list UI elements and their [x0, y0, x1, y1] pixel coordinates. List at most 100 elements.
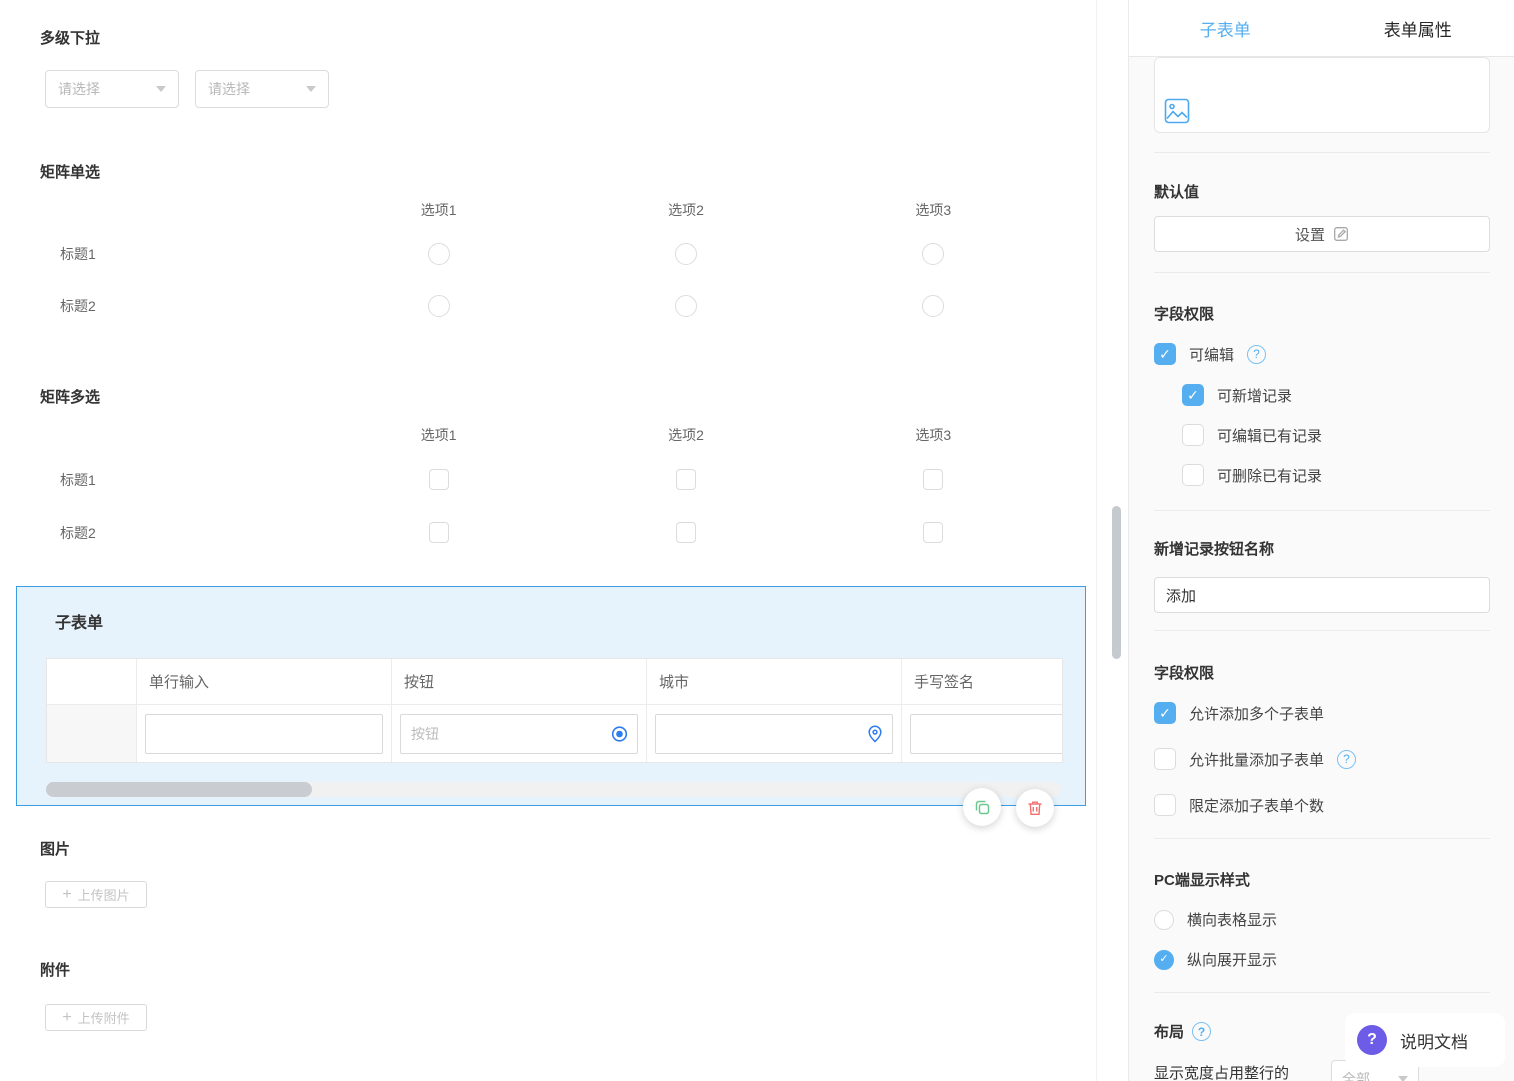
- subform-table: 单行输入 按钮 城市 手写签名: [46, 658, 1063, 763]
- matrix-checkbox[interactable]: [428, 522, 449, 543]
- help-icon[interactable]: ?: [1192, 1022, 1212, 1041]
- check-icon: ✓: [1159, 953, 1169, 965]
- radio-horizontal-table[interactable]: [1154, 909, 1174, 930]
- perm-edit-existing-row: 可编辑已有记录: [1182, 424, 1322, 446]
- subform-permissions-title: 字段权限: [1154, 665, 1215, 682]
- matrix-checkbox[interactable]: [675, 522, 696, 543]
- edit-icon: [1333, 226, 1349, 242]
- matrix-radio[interactable]: [922, 243, 945, 265]
- preview-image-box[interactable]: [1154, 57, 1490, 133]
- upload-attachment-button[interactable]: + 上传附件: [45, 1004, 147, 1031]
- checkbox-delete-existing[interactable]: [1182, 464, 1204, 486]
- checkbox-edit-existing[interactable]: [1182, 424, 1204, 446]
- perm-limit-count-row: 限定添加子表单个数: [1154, 794, 1324, 816]
- signature-field-input[interactable]: [910, 713, 1062, 754]
- attachment-field-label: 附件: [40, 962, 71, 979]
- trash-icon: [1026, 799, 1044, 817]
- subform-horizontal-scrollbar[interactable]: [46, 782, 1061, 797]
- help-icon[interactable]: ?: [1247, 344, 1267, 364]
- divider: [1154, 992, 1490, 993]
- checkbox-add-record[interactable]: ✓: [1182, 384, 1204, 406]
- field-permissions-title: 字段权限: [1154, 306, 1215, 323]
- question-circle-icon: ?: [1357, 1025, 1387, 1055]
- matrix-checkbox-grid: 选项1 选项2 选项3 标题1 标题2: [40, 417, 1057, 559]
- layout-title: 布局 ?: [1154, 1021, 1212, 1042]
- caret-down-icon: [306, 86, 316, 92]
- matrix-radio-grid: 选项1 选项2 选项3 标题1 标题2: [40, 192, 1057, 332]
- upload-image-button[interactable]: + 上传图片: [45, 881, 147, 908]
- matrix-row: 标题1: [40, 453, 1057, 506]
- row-width-label: 显示宽度占用整行的: [1154, 1065, 1290, 1081]
- city-field-input[interactable]: [655, 713, 893, 754]
- matrix-checkbox-label: 矩阵多选: [40, 389, 101, 406]
- add-button-name-title: 新增记录按钮名称: [1154, 541, 1275, 558]
- matrix-radio[interactable]: [427, 295, 450, 317]
- matrix-radio[interactable]: [674, 243, 697, 265]
- perm-allow-batch-row: 允许批量添加子表单 ?: [1154, 748, 1357, 770]
- help-doc-widget[interactable]: ? 说明文档: [1345, 1013, 1505, 1067]
- panel-tab-bar: 子表单 表单属性: [1129, 0, 1514, 57]
- matrix-row: 标题2: [40, 280, 1057, 332]
- radio-target-icon: [611, 725, 628, 742]
- matrix-column-header: 选项1: [420, 202, 457, 218]
- matrix-checkbox[interactable]: [428, 469, 449, 490]
- select-placeholder: 请选择: [208, 81, 250, 97]
- matrix-column-header: 选项2: [668, 202, 704, 218]
- divider: [1154, 510, 1490, 511]
- delete-component-button[interactable]: [1016, 789, 1054, 827]
- canvas-vertical-scrollbar[interactable]: [1112, 506, 1121, 659]
- tab-form-properties[interactable]: 表单属性: [1322, 0, 1514, 56]
- tab-subform[interactable]: 子表单: [1129, 0, 1322, 56]
- select-placeholder: 请选择: [58, 81, 100, 97]
- scrollbar-thumb[interactable]: [46, 782, 312, 797]
- subform-label: 子表单: [55, 615, 104, 632]
- radio-vertical-expand[interactable]: ✓: [1154, 949, 1174, 970]
- upload-image-label: 上传图片: [77, 888, 130, 903]
- perm-edit-existing-label: 可编辑已有记录: [1217, 427, 1323, 445]
- checkbox-editable[interactable]: ✓: [1154, 343, 1176, 365]
- row-width-select-value: 全部: [1342, 1071, 1370, 1081]
- perm-delete-existing-row: 可删除已有记录: [1182, 464, 1322, 486]
- matrix-checkbox[interactable]: [923, 522, 944, 543]
- subform-column-header: 单行输入: [137, 659, 392, 705]
- matrix-column-header: 选项3: [915, 427, 952, 443]
- matrix-column-header: 选项1: [420, 427, 457, 443]
- copy-icon: [974, 799, 991, 816]
- pc-display-title: PC端显示样式: [1154, 872, 1250, 889]
- matrix-radio[interactable]: [427, 243, 450, 265]
- set-default-label: 设置: [1294, 226, 1325, 244]
- perm-limit-count-label: 限定添加子表单个数: [1189, 797, 1325, 815]
- add-button-name-input[interactable]: [1154, 577, 1490, 613]
- button-field-input[interactable]: [400, 713, 638, 754]
- matrix-checkbox[interactable]: [923, 469, 944, 490]
- matrix-checkbox[interactable]: [675, 469, 696, 490]
- help-doc-label: 说明文档: [1400, 1032, 1468, 1052]
- checkbox-allow-multiple[interactable]: ✓: [1154, 702, 1176, 724]
- perm-editable-label: 可编辑: [1189, 346, 1235, 364]
- matrix-row-label: 标题1: [60, 471, 96, 488]
- perm-allow-multiple-label: 允许添加多个子表单: [1189, 705, 1325, 723]
- single-line-input[interactable]: [145, 713, 383, 754]
- plus-icon: +: [62, 885, 72, 903]
- matrix-row-label: 标题2: [60, 298, 96, 314]
- matrix-radio[interactable]: [674, 295, 697, 317]
- matrix-column-header: 选项3: [915, 202, 952, 218]
- perm-allow-batch-label: 允许批量添加子表单: [1189, 751, 1325, 769]
- checkbox-limit-count[interactable]: [1154, 794, 1176, 816]
- pc-vertical-row: ✓ 纵向展开显示: [1154, 949, 1277, 970]
- multi-dropdown-select-2[interactable]: 请选择: [195, 70, 329, 108]
- matrix-radio[interactable]: [922, 295, 945, 317]
- matrix-row-label: 标题2: [60, 524, 96, 541]
- divider: [1154, 838, 1490, 839]
- copy-component-button[interactable]: [963, 788, 1001, 826]
- subform-component-selected[interactable]: 子表单 单行输入 按钮 城市 手写签名: [16, 586, 1086, 806]
- image-field-label: 图片: [40, 841, 71, 858]
- form-canvas: 多级下拉 请选择 请选择 矩阵单选 选项1 选项2 选项3 标题1 标题2 矩阵…: [0, 0, 1097, 1081]
- help-icon[interactable]: ?: [1337, 749, 1357, 769]
- perm-allow-multiple-row: ✓ 允许添加多个子表单: [1154, 702, 1324, 724]
- multi-dropdown-select-1[interactable]: 请选择: [45, 70, 179, 108]
- checkbox-allow-batch[interactable]: [1154, 748, 1176, 770]
- set-default-button[interactable]: 设置: [1154, 216, 1490, 252]
- perm-add-record-row: ✓ 可新增记录: [1182, 384, 1292, 406]
- subform-cell: [647, 705, 902, 762]
